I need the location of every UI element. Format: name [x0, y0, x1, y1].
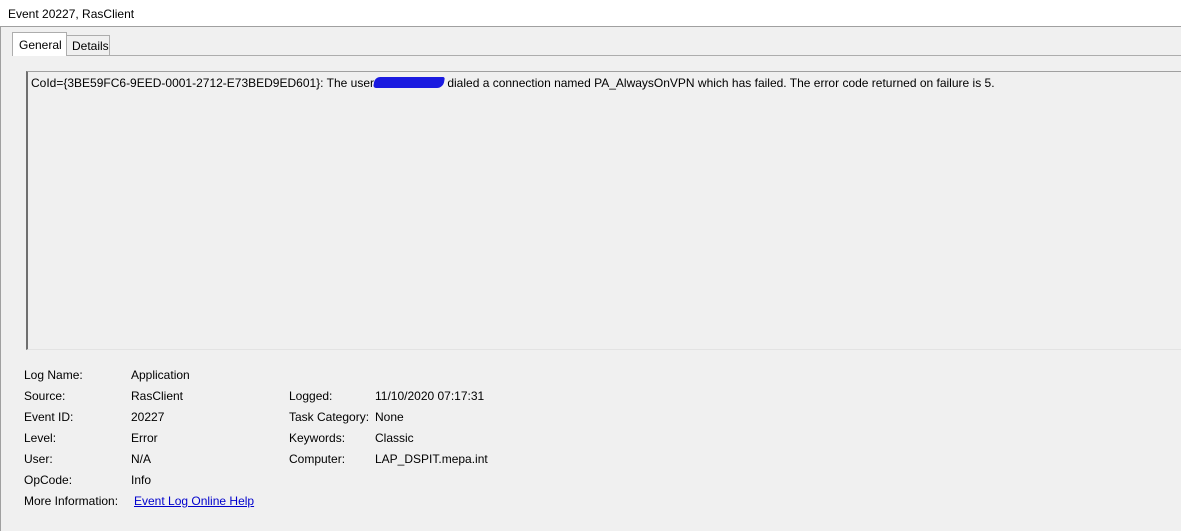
user-value: N/A: [131, 452, 152, 466]
redacted-username: [373, 77, 445, 88]
opcode-value: Info: [131, 473, 152, 487]
event-description: CoId={3BE59FC6-9EED-0001-2712-E73BED9ED6…: [31, 76, 995, 90]
source-label: Source:: [24, 389, 66, 403]
tab-details[interactable]: Details: [66, 35, 110, 55]
tab-strip-divider: [12, 55, 1181, 56]
more-information-label: More Information:: [24, 494, 119, 508]
event-id-label: Event ID:: [24, 410, 74, 424]
tab-general-label: General: [19, 38, 62, 52]
logged-label: Logged:: [289, 389, 333, 403]
computer-value: LAP_DSPIT.mepa.int: [375, 452, 488, 466]
level-value: Error: [131, 431, 158, 445]
task-category-value: None: [375, 410, 404, 424]
event-log-online-help-link[interactable]: Event Log Online Help: [134, 494, 254, 508]
description-part-1: CoId={3BE59FC6-9EED-0001-2712-E73BED9ED6…: [31, 76, 374, 90]
event-description-box[interactable]: CoId={3BE59FC6-9EED-0001-2712-E73BED9ED6…: [26, 71, 1181, 350]
window-left-border: [0, 27, 1, 531]
computer-label: Computer:: [289, 452, 346, 466]
level-label: Level:: [24, 431, 57, 445]
log-name-label: Log Name:: [24, 368, 83, 382]
opcode-label: OpCode:: [24, 473, 73, 487]
logged-value: 11/10/2020 07:17:31: [375, 389, 485, 403]
event-id-value: 20227: [131, 410, 165, 424]
user-label: User:: [24, 452, 53, 466]
tab-details-label: Details: [72, 39, 109, 53]
tab-general[interactable]: General: [12, 32, 67, 56]
title-bar: Event 20227, RasClient: [0, 0, 1181, 27]
source-value: RasClient: [131, 389, 184, 403]
keywords-label: Keywords:: [289, 431, 346, 445]
description-part-2: dialed a connection named PA_AlwaysOnVPN…: [444, 76, 995, 90]
window-title: Event 20227, RasClient: [8, 7, 135, 21]
keywords-value: Classic: [375, 431, 414, 445]
log-name-value: Application: [131, 368, 190, 382]
task-category-label: Task Category:: [289, 410, 370, 424]
